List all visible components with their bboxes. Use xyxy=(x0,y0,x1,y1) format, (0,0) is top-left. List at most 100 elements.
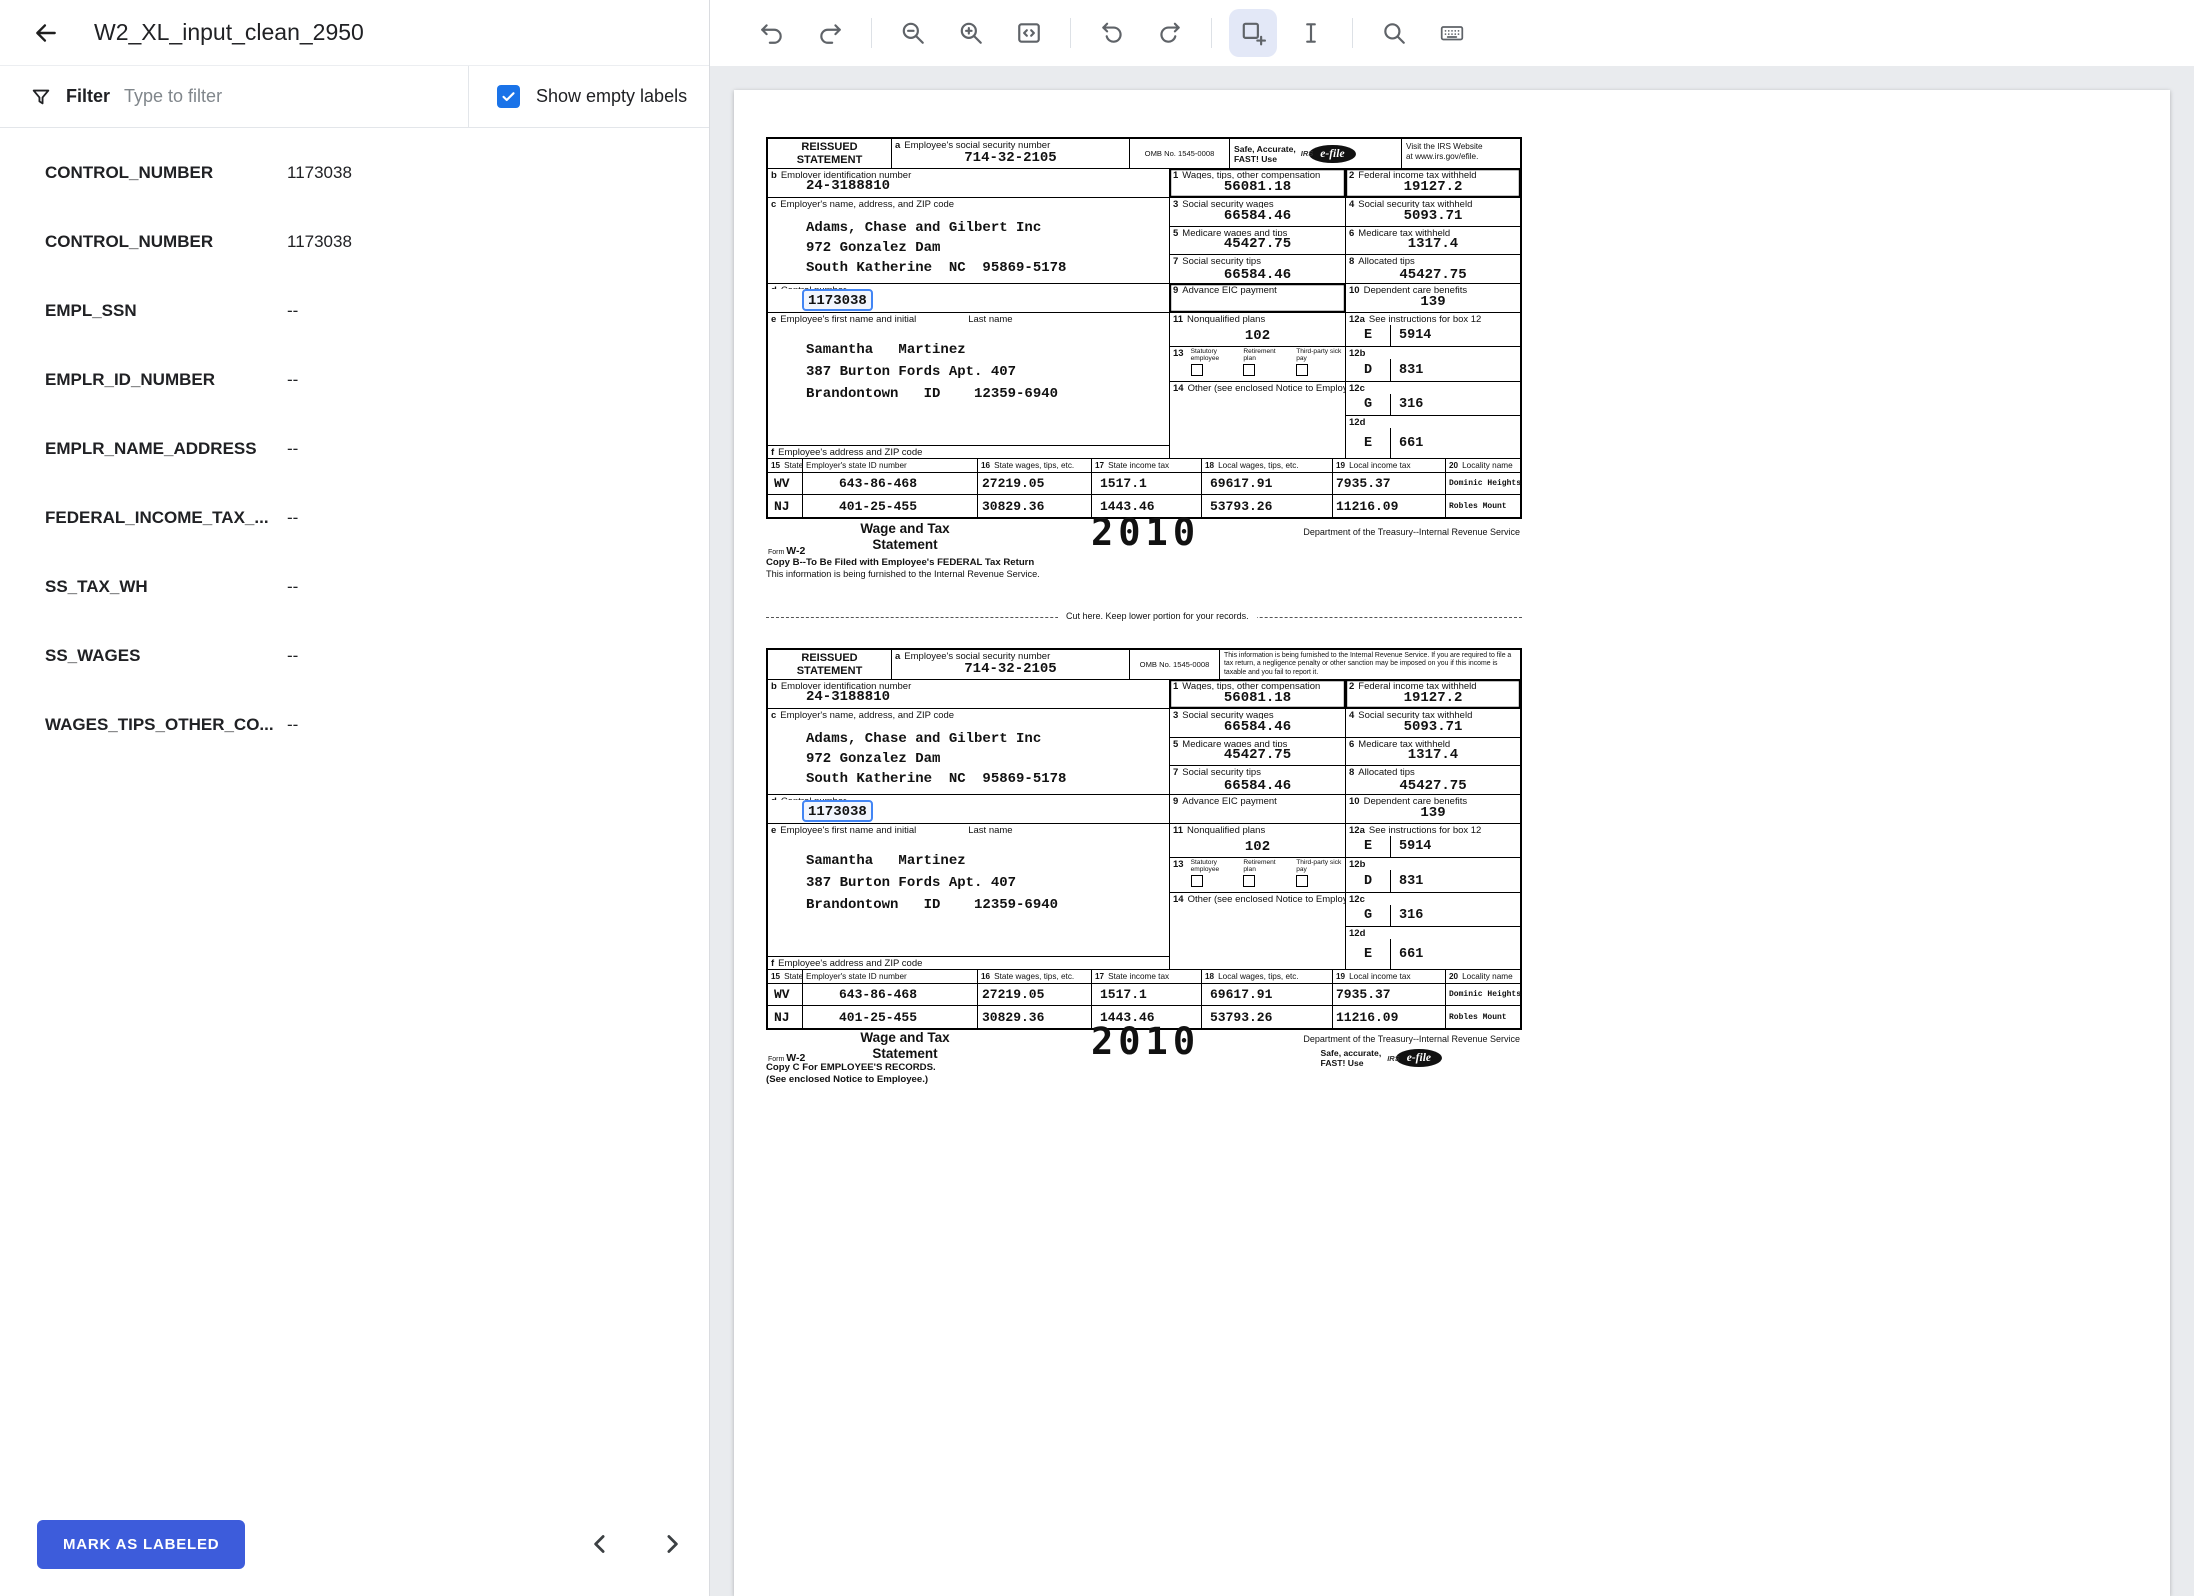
label-value: -- xyxy=(287,715,298,763)
federal-tax-value: 19127.2 xyxy=(1404,179,1463,197)
retirement-plan-checkbox xyxy=(1243,364,1255,376)
text-select-button[interactable] xyxy=(1287,9,1335,57)
panel-header: W2_XL_input_clean_2950 xyxy=(0,0,709,66)
safe-accurate-block: Safe, accurate,FAST! Use IRSe-file xyxy=(1321,1048,1442,1068)
next-document-button[interactable] xyxy=(651,1523,693,1565)
label-value: -- xyxy=(287,646,298,694)
box-6-medicare-tax: 6Medicare tax withheld1317.4 xyxy=(1346,227,1520,255)
state-header-15: 15State xyxy=(768,970,803,983)
third-party-sick-pay-checkbox xyxy=(1296,875,1308,887)
employee-address: Samantha Martinez 387 Burton Fords Apt. … xyxy=(768,339,1169,405)
state-header-19: 19Local income tax xyxy=(1333,970,1446,983)
box-d-control-number: dControl number 1173038 xyxy=(768,284,1170,312)
show-empty-checkbox[interactable] xyxy=(497,85,520,108)
state-row: WV 643-86-468 27219.05 1517.1 69617.91 7… xyxy=(768,984,1520,1006)
label-value: -- xyxy=(287,577,298,625)
back-button[interactable] xyxy=(26,13,66,53)
label-row[interactable]: CONTROL_NUMBER1173038 xyxy=(0,142,709,211)
label-row[interactable]: CONTROL_NUMBER1173038 xyxy=(0,211,709,280)
search-button[interactable] xyxy=(1370,9,1418,57)
box-f-address-label: fEmployee's address and ZIP code xyxy=(768,956,1169,969)
document-canvas[interactable]: REISSUEDSTATEMENT aEmployee's social sec… xyxy=(710,66,2194,1596)
redo-button[interactable] xyxy=(806,9,854,57)
label-name: WAGES_TIPS_OTHER_CO... xyxy=(45,715,287,763)
box-12a: 12aSee instructions for box 12 E5914 xyxy=(1346,313,1520,347)
box-12c: 12c G316 xyxy=(1346,893,1520,927)
label-name: SS_TAX_WH xyxy=(45,577,287,625)
state-header-15: 15State xyxy=(768,459,803,472)
check-icon xyxy=(500,88,517,105)
label-row[interactable]: FEDERAL_INCOME_TAX_...-- xyxy=(0,487,709,556)
label-name: EMPLR_NAME_ADDRESS xyxy=(45,439,287,487)
form-title: Wage and TaxStatement xyxy=(846,1030,964,1062)
box-10-dependent-care: 10Dependent care benefits 139 xyxy=(1346,284,1520,312)
state-header-20: 20Locality name xyxy=(1446,970,1520,983)
panel-footer: MARK AS LABELED xyxy=(0,1502,709,1596)
label-row[interactable]: SS_WAGES-- xyxy=(0,625,709,694)
filter-right: Show empty labels xyxy=(468,66,709,127)
label-name: CONTROL_NUMBER xyxy=(45,232,287,280)
box-2-federal-tax: 2Federal income tax withheld 19127.2 xyxy=(1346,169,1520,197)
state-header-19: 19Local income tax xyxy=(1333,459,1446,472)
label-name: FEDERAL_INCOME_TAX_... xyxy=(45,508,287,556)
label-value: -- xyxy=(287,370,298,418)
control-number-annotation[interactable]: 1173038 xyxy=(802,289,873,311)
box-12b: 12b D831 xyxy=(1346,858,1520,893)
document-page: REISSUEDSTATEMENT aEmployee's social sec… xyxy=(734,90,2170,1596)
label-row[interactable]: SS_TAX_WH-- xyxy=(0,556,709,625)
zoom-in-button[interactable] xyxy=(947,9,995,57)
box-1-wages: 1Wages, tips, other compensation 56081.1… xyxy=(1170,680,1346,708)
box-14-other: 14Other (see enclosed Notice to Employee… xyxy=(1170,382,1345,458)
control-number-annotation[interactable]: 1173038 xyxy=(802,800,873,822)
filter-bar: Filter Show empty labels xyxy=(0,66,709,128)
rotate-right-button[interactable] xyxy=(1146,9,1194,57)
copy-line: Copy C For EMPLOYEE'S RECORDS. xyxy=(766,1062,936,1073)
undo-button[interactable] xyxy=(748,9,796,57)
rotate-right-icon xyxy=(1157,20,1183,46)
code-view-button[interactable] xyxy=(1005,9,1053,57)
box-7-ss-tips: 7Social security tips66584.46 xyxy=(1170,766,1345,796)
w2-footer-copy-b: Form W-2 Wage and TaxStatement 2010 Depa… xyxy=(766,519,1522,589)
w2-form: REISSUEDSTATEMENT aEmployee's social sec… xyxy=(766,648,1522,1030)
w2-form: REISSUEDSTATEMENT aEmployee's social sec… xyxy=(766,137,1522,519)
filter-icon xyxy=(30,86,52,108)
viewer-toolbar xyxy=(710,0,2194,66)
prev-document-button[interactable] xyxy=(579,1523,621,1565)
box-3-ss-wages: 3Social security wages66584.46 xyxy=(1170,709,1345,738)
box-d-control-number: dControl number 1173038 xyxy=(768,795,1170,823)
label-row[interactable]: EMPLR_ID_NUMBER-- xyxy=(0,349,709,418)
zoom-out-button[interactable] xyxy=(889,9,937,57)
copy-line-2: (See enclosed Notice to Employee.) xyxy=(766,1074,928,1085)
label-name: SS_WAGES xyxy=(45,646,287,694)
rotate-left-button[interactable] xyxy=(1088,9,1136,57)
crop-annotate-button[interactable] xyxy=(1229,9,1277,57)
keyboard-shortcuts-button[interactable] xyxy=(1428,9,1476,57)
employee-name: Samantha Martinez xyxy=(806,339,1169,361)
zoom-out-icon xyxy=(900,20,926,46)
mark-as-labeled-button[interactable]: MARK AS LABELED xyxy=(37,1520,245,1569)
crop-plus-icon xyxy=(1240,20,1266,46)
zoom-in-icon xyxy=(958,20,984,46)
rotate-left-icon xyxy=(1099,20,1125,46)
toolbar-separator xyxy=(1211,18,1212,48)
box-7-ss-tips: 7Social security tips66584.46 xyxy=(1170,255,1345,285)
box-4-ss-tax: 4Social security tax withheld5093.71 xyxy=(1346,198,1520,227)
label-list: CONTROL_NUMBER1173038 CONTROL_NUMBER1173… xyxy=(0,128,709,1502)
doc-nav xyxy=(579,1523,693,1565)
label-row[interactable]: EMPL_SSN-- xyxy=(0,280,709,349)
label-row[interactable]: WAGES_TIPS_OTHER_CO...-- xyxy=(0,694,709,763)
state-row: WV 643-86-468 27219.05 1517.1 69617.91 7… xyxy=(768,473,1520,495)
show-empty-label: Show empty labels xyxy=(536,86,687,107)
filter-input[interactable] xyxy=(124,86,468,107)
irs-notice: This information is being furnished to t… xyxy=(1220,650,1520,679)
box-6-medicare-tax: 6Medicare tax withheld1317.4 xyxy=(1346,738,1520,766)
search-icon xyxy=(1381,20,1407,46)
label-row[interactable]: EMPLR_NAME_ADDRESS-- xyxy=(0,418,709,487)
copy-line: Copy B--To Be Filed with Employee's FEDE… xyxy=(766,557,1034,568)
third-party-sick-pay-checkbox xyxy=(1296,364,1308,376)
state-header-id: Employer's state ID number xyxy=(803,459,978,472)
box-b-ein: bEmployer identification number 24-31888… xyxy=(768,680,1170,708)
box-12b: 12b D831 xyxy=(1346,347,1520,382)
cut-here-divider: Cut here. Keep lower portion for your re… xyxy=(766,617,1522,618)
box-c-employer: cEmployer's name, address, and ZIP code … xyxy=(768,198,1170,283)
